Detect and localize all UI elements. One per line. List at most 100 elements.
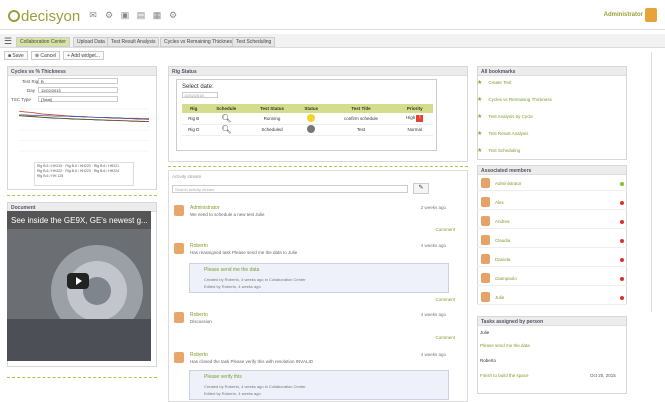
grid-icon[interactable]: ▦ [152,10,162,20]
avatar[interactable] [645,8,657,22]
col-rig: Rig [182,104,206,113]
search-icon[interactable]: 🔍︎ [205,124,248,136]
tab-test-scheduling[interactable]: Test Scheduling [232,37,276,47]
cancel-button[interactable]: ⊗ Cancel [30,51,60,60]
bookmark-item[interactable]: ★ Test Scheduling [477,147,520,154]
divider [7,377,157,378]
status-dot [620,277,624,281]
member-item[interactable]: Julie [477,290,627,305]
menu-icon[interactable]: ☰ [4,36,12,47]
member-item[interactable]: Alex [477,195,627,210]
high-priority-icon: ! [416,114,424,122]
star-icon: ★ [477,114,483,120]
page-toolbar: ■ Save ⊗ Cancel + Add widget... [4,51,104,60]
play-button[interactable] [67,273,89,289]
legend-entry: Rig B.6 / HH223 [65,169,91,173]
line-chart [18,108,150,152]
chart-legend: Rig B.6 / HH215 · Rig B.6 / HH220 · Rig … [34,162,134,186]
save-button[interactable]: ■ Save [4,51,28,60]
col-schedule: Schedule [205,104,248,113]
avatar [481,216,490,226]
col-test-title: Test Title [325,104,397,113]
chat-icon[interactable]: ✉ [88,10,98,20]
table-row: Rig D 🔍︎ Scheduled Test Normal [182,124,433,136]
tsc-select[interactable]: [Total] [38,96,118,102]
avatar [174,205,184,216]
activity-stream: Activity stream Search activity stream ✎… [168,170,468,402]
status-dot [620,220,624,224]
panel-title: Tasks assigned by person [478,317,626,326]
avatar [481,197,490,207]
tsc-label: TSC Type [11,97,31,102]
comment-link[interactable]: Comment [435,297,455,302]
panel-title: Cycles vs % Thickness [8,67,156,76]
task-item[interactable]: Please send me the data [477,343,627,348]
tab-bar: ☰ Collaboration Center Upload Data Test … [0,34,665,48]
star-icon: ★ [477,131,483,137]
comment-link[interactable]: Comment [435,227,455,232]
tab-cycles-thickness[interactable]: Cycles vs Remaining Thickness [160,37,239,47]
legend-entry: Rig B.6 / HH221 [93,164,120,168]
add-widget-button[interactable]: + Add widget... [63,51,104,60]
video-title: See inside the GE9X, GE's newest g... [11,216,148,225]
tab-collaboration-center[interactable]: Collaboration Center [16,37,70,47]
panel-title: Rig Status [169,67,467,76]
tab-test-result-analysis[interactable]: Test Result Analysis [107,37,160,47]
status-dot [307,113,316,122]
bookmark-item[interactable]: ★ Test Analysis by Cycle [477,113,533,120]
settings-icon[interactable]: ⚙ [104,10,114,20]
member-item[interactable]: Andrea [477,214,627,229]
user-name[interactable]: Administrator [604,12,643,18]
rig-table: Rig Schedule Test Status Status Test Tit… [182,104,433,136]
member-item[interactable]: Administrator [477,176,627,191]
star-icon: ★ [477,80,483,86]
divider [168,166,468,167]
panel-title: Associated members [478,166,626,175]
date-input[interactable]: 11/02/2015 [182,92,218,98]
col-priority: Priority [396,104,433,113]
day-select[interactable]: 11/02/2015 [38,87,118,93]
status-dot [620,239,624,243]
video-player[interactable]: See inside the GE9X, GE's newest g... [7,211,151,361]
gear-icon[interactable]: ⚙ [168,10,178,20]
task-person[interactable]: Julie [477,330,627,335]
panel-title: All bookmarks [478,67,626,76]
member-item[interactable]: Daniela [477,252,627,267]
print-icon[interactable]: ▣ [120,10,130,20]
member-item[interactable]: Claudia [477,233,627,248]
search-icon[interactable]: 🔍︎ [205,113,248,125]
col-status: Status [296,104,326,113]
task-person[interactable]: Roberto [477,358,627,363]
search-input[interactable]: Search activity stream [172,185,408,193]
side-strip [651,52,665,312]
bookmark-item[interactable]: ★ Create Test [477,79,511,86]
pencil-icon[interactable]: ✎ [413,183,429,194]
status-dot [620,258,624,262]
status-dot [620,182,624,186]
avatar [174,352,184,363]
star-icon: ★ [477,97,483,103]
task-note: Please verify this Created by Roberto, 4… [189,370,449,400]
star-icon: ★ [477,148,483,154]
test-rig-label: Test Rig [22,79,39,84]
legend-entry: Rig B.6 / HH224 [93,169,120,173]
tab-upload-data[interactable]: Upload Data [73,37,109,47]
rig-status-widget: Select date: 11/02/2015 Rig Schedule Tes… [176,79,437,151]
col-test-status: Test Status [247,104,297,113]
divider [7,195,157,196]
comment-link[interactable]: Comment [435,335,455,340]
tasks-panel: Tasks assigned by person [477,316,627,394]
engine-image [7,229,151,361]
member-item[interactable]: Giampaolo [477,271,627,286]
task-date: Oct 20, 2015 [590,373,616,378]
save-icon[interactable]: ▤ [136,10,146,20]
bookmark-item[interactable]: ★ Test Result Analysis [477,130,528,137]
test-rig-select[interactable]: B [38,78,118,84]
legend-entry: Rig B.6 / HH220 [65,164,91,168]
avatar [174,312,184,323]
status-dot [620,201,624,205]
day-label: Day [27,88,36,93]
bookmark-item[interactable]: ★ Cycles vs Remaining Thickness [477,96,552,103]
top-bar: decisyon ✉ ⚙ ▣ ▤ ▦ ⚙ Administrator [0,0,665,30]
avatar [174,243,184,254]
